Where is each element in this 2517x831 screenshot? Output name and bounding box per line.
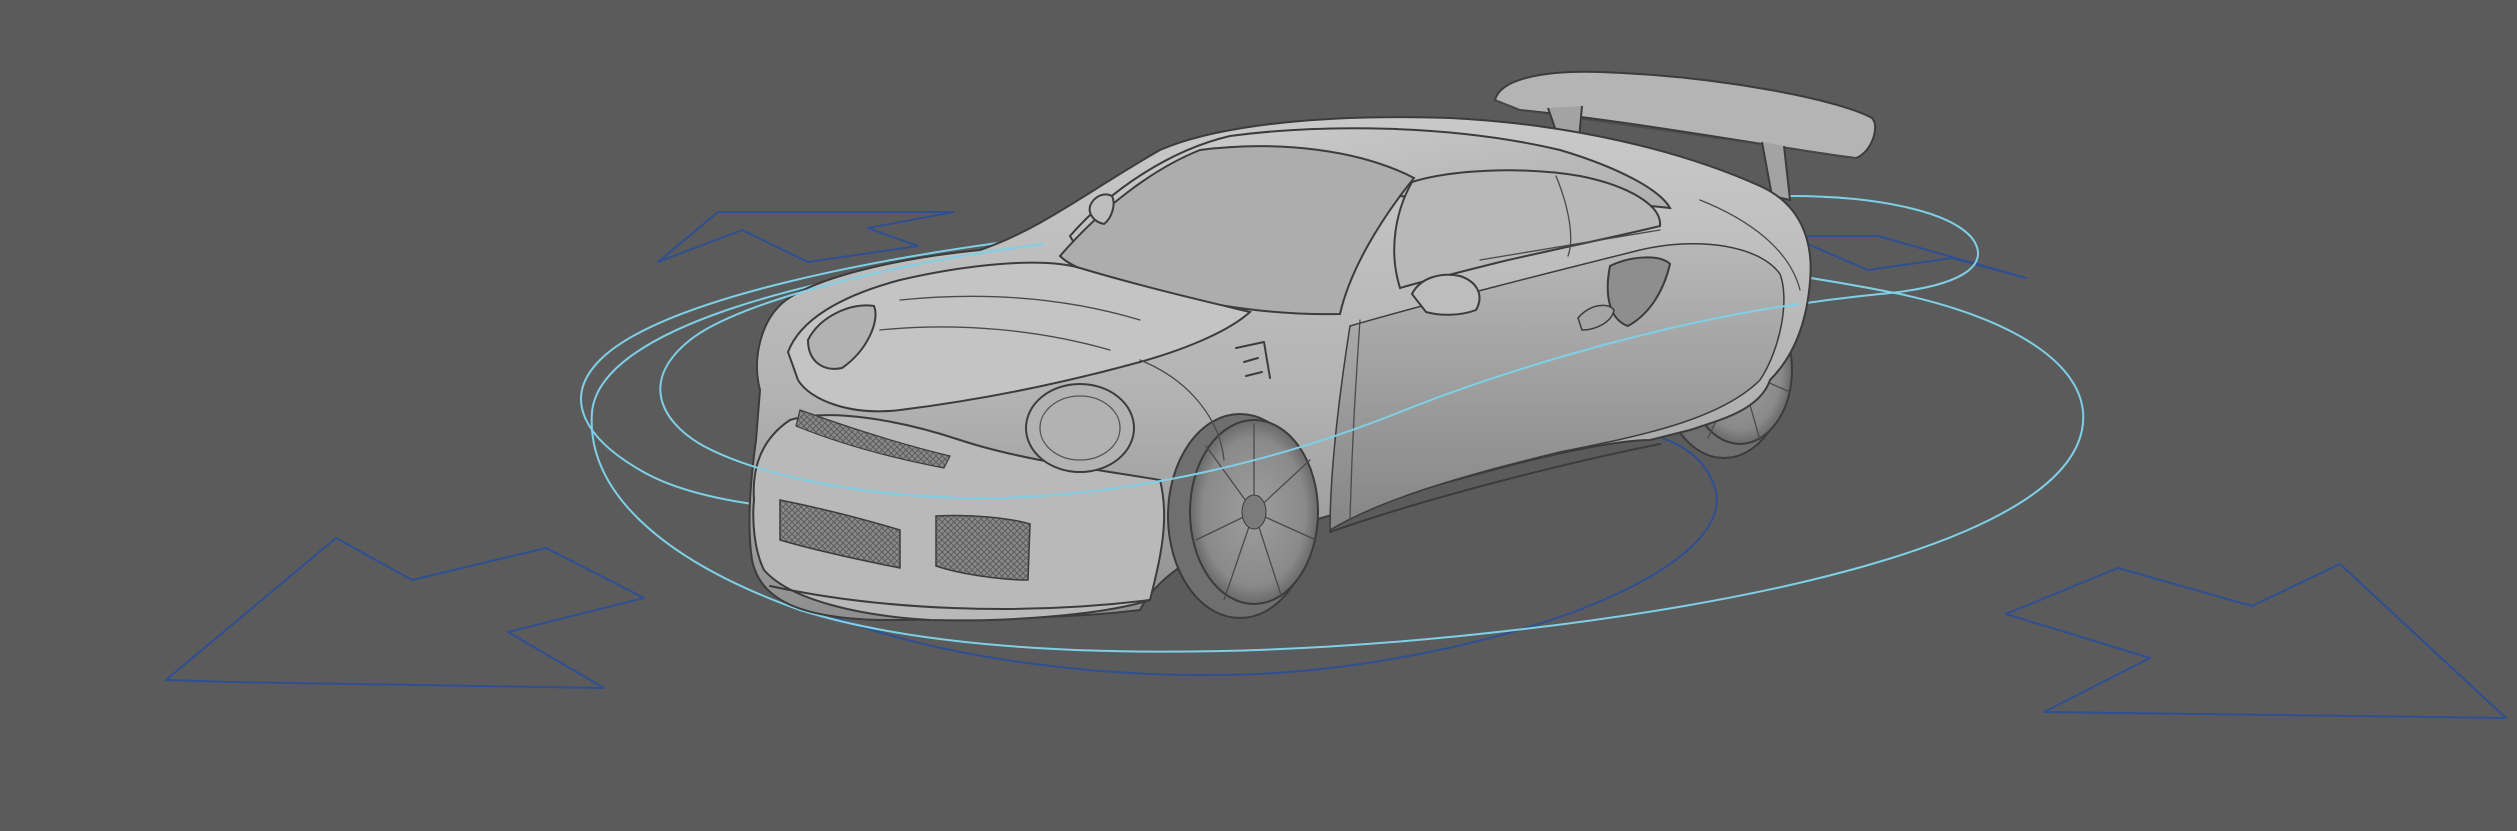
scene-canvas[interactable] xyxy=(0,0,2517,831)
headlight-right xyxy=(1025,383,1135,473)
car-model[interactable] xyxy=(748,70,1877,622)
front-grille-right xyxy=(935,514,1031,581)
3d-viewport[interactable] xyxy=(0,0,2517,831)
move-arrow-left-back[interactable] xyxy=(657,211,955,263)
move-arrow-right-back[interactable] xyxy=(1791,235,2027,279)
move-arrow-right-front[interactable] xyxy=(2005,563,2507,719)
move-arrow-left-front[interactable] xyxy=(165,537,645,689)
front-wheel xyxy=(1167,413,1319,619)
